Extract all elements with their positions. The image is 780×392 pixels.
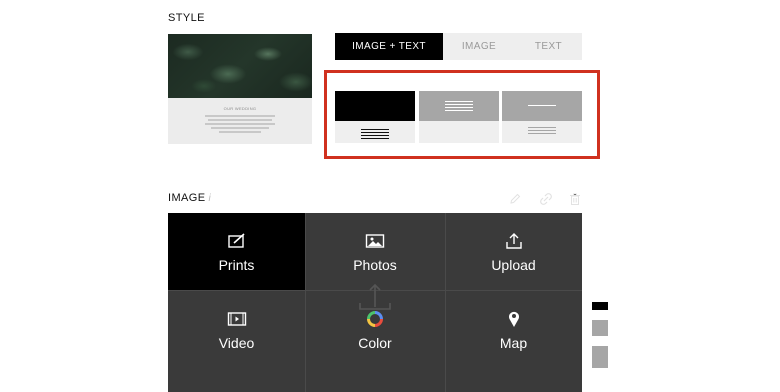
info-icon[interactable]: i [208, 193, 211, 204]
photos-label: Photos [353, 257, 397, 273]
grid-divider [445, 213, 446, 392]
trash-icon[interactable] [568, 192, 582, 206]
photos-button[interactable]: Photos [305, 213, 445, 290]
map-button[interactable]: Map [445, 291, 582, 392]
video-button[interactable]: Video [168, 291, 305, 392]
tab-text[interactable]: TEXT [515, 33, 582, 60]
prints-label: Prints [218, 257, 255, 273]
tab-image[interactable]: IMAGE [443, 33, 515, 60]
link-icon[interactable] [539, 192, 553, 206]
video-icon [227, 309, 247, 329]
grid-divider [305, 213, 306, 392]
image-section-label: IMAGE [168, 192, 206, 204]
video-label: Video [218, 335, 255, 351]
layout-options-highlight [324, 70, 600, 159]
color-label: Color [358, 335, 392, 351]
style-section-title: STYLE [168, 12, 205, 24]
pencil-icon[interactable] [508, 192, 522, 206]
swatch-gray[interactable] [592, 320, 608, 336]
leaf-photo-image [168, 34, 312, 98]
tab-image-text[interactable]: IMAGE + TEXT [335, 33, 443, 60]
drag-handle-icon [359, 283, 391, 310]
photos-icon [365, 231, 385, 251]
upload-button[interactable]: Upload [445, 213, 582, 290]
prints-icon [227, 231, 247, 251]
image-source-grid: Prints Photos Upload Video Color Map [168, 213, 582, 392]
preview-text-lines [205, 115, 275, 133]
image-section-title: IMAGE i [168, 192, 211, 204]
swatch-gray-large[interactable] [592, 346, 608, 368]
upload-label: Upload [491, 257, 536, 273]
prints-button[interactable]: Prints [168, 213, 305, 290]
map-label: Map [499, 335, 528, 351]
style-preview-thumbnail: OUR WEDDING [168, 34, 312, 144]
preview-caption: OUR WEDDING [223, 106, 257, 111]
swatch-black[interactable] [592, 302, 608, 310]
style-tabs: IMAGE + TEXT IMAGE TEXT [335, 33, 582, 60]
map-pin-icon [507, 309, 521, 329]
upload-icon [504, 231, 524, 251]
